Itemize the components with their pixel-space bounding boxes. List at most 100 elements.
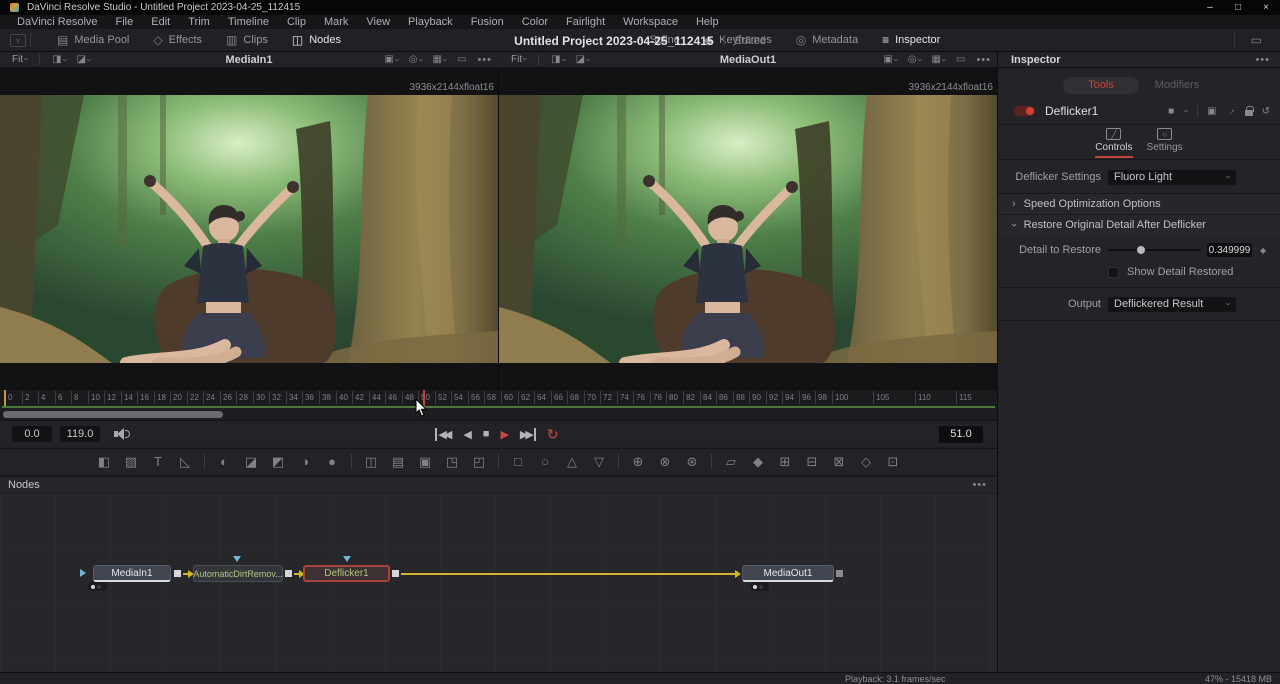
- node-graph-canvas[interactable]: MediaIn1 AutomaticDirtRemov... Deflicker…: [0, 494, 997, 672]
- connector-dot[interactable]: [392, 570, 399, 577]
- fusion-tool-fast-noise[interactable]: ▨: [123, 454, 139, 470]
- fusion-tool-sep-2[interactable]: [351, 454, 352, 469]
- fusion-tool-merge-3d[interactable]: ⊟: [804, 454, 820, 470]
- connector-dot[interactable]: [174, 570, 181, 577]
- show-detail-checkbox[interactable]: [1108, 267, 1119, 278]
- menu-item[interactable]: Color: [513, 15, 557, 29]
- fusion-tool-renderer-3d[interactable]: ⊡: [885, 454, 901, 470]
- menu-item[interactable]: Mark: [315, 15, 357, 29]
- fusion-tool-sep-5[interactable]: [711, 454, 712, 469]
- output-dropdown[interactable]: Deflickered Result ›: [1108, 297, 1236, 312]
- transport-button-loop[interactable]: ↻: [547, 426, 562, 443]
- menu-item[interactable]: Clip: [278, 15, 315, 29]
- close-button[interactable]: ×: [1252, 0, 1280, 15]
- fusion-tool-color-corrector[interactable]: ◐: [216, 454, 232, 469]
- fusion-tool-merge[interactable]: ◫: [363, 454, 379, 470]
- fusion-tool-sep-4[interactable]: [618, 454, 619, 469]
- fusion-tool-rectangle-mask[interactable]: □: [510, 454, 526, 469]
- zoom-mode-dropdown[interactable]: Fit›: [499, 54, 531, 65]
- menu-item[interactable]: Workspace: [614, 15, 687, 29]
- timeline-scrollbar-thumb[interactable]: [3, 411, 223, 418]
- menu-item[interactable]: Fusion: [462, 15, 513, 29]
- fusion-tool-delta-keyer[interactable]: ⊕: [630, 454, 646, 470]
- fusion-tool-spot-light[interactable]: ◇: [858, 454, 874, 470]
- reset-icon[interactable]: ↺: [1262, 106, 1270, 117]
- detail-to-restore-value[interactable]: 0.349999: [1207, 243, 1252, 257]
- menu-item[interactable]: View: [357, 15, 399, 29]
- zoom-mode-dropdown[interactable]: Fit›: [0, 54, 32, 65]
- node-deflicker1[interactable]: Deflicker1: [303, 565, 390, 582]
- fusion-tool-transform[interactable]: ◰: [471, 454, 487, 470]
- copy-settings-icon[interactable]: ▣: [1207, 106, 1216, 117]
- inspector-options-icon[interactable]: •••: [1255, 54, 1270, 66]
- viewer-icon-frame-format[interactable]: ▭›: [956, 54, 965, 65]
- fusion-tool-chroma-keyer[interactable]: ⊛: [684, 454, 700, 470]
- transport-button-play-reverse[interactable]: ◀: [463, 428, 471, 441]
- timeline-scrollbar-track[interactable]: [0, 410, 997, 420]
- chevron-down-icon[interactable]: ›: [1182, 110, 1192, 113]
- viewer-icon-roi-grid[interactable]: ▦›: [932, 54, 946, 65]
- fusion-tool-shape-3d[interactable]: ◆: [750, 454, 766, 470]
- connector-dot[interactable]: [836, 570, 843, 577]
- viewer-icon-lut-display[interactable]: ◎›: [409, 54, 423, 65]
- interface-toggle-icon[interactable]: ∨: [10, 34, 26, 47]
- node-automaticdirtremoval[interactable]: AutomaticDirtRemov...: [193, 565, 283, 582]
- viewer-icon-view-layout[interactable]: ◪›: [576, 54, 590, 65]
- fusion-tool-bspline-mask[interactable]: ▽: [591, 454, 607, 470]
- menu-item[interactable]: Fairlight: [557, 15, 614, 29]
- detail-to-restore-slider[interactable]: [1108, 243, 1201, 257]
- transport-button-go-to-start[interactable]: ◀◀: [435, 428, 452, 441]
- fusion-tool-paint[interactable]: ◺: [177, 454, 193, 470]
- minimize-button[interactable]: –: [1196, 0, 1224, 15]
- toolbar-button-effects[interactable]: ◇ Effects: [141, 29, 214, 51]
- transport-button-play-forward[interactable]: ▶: [500, 428, 508, 441]
- node-mediain1[interactable]: MediaIn1: [93, 565, 171, 582]
- playhead[interactable]: [423, 390, 425, 407]
- viewer-icon-roi-grid[interactable]: ▦›: [433, 54, 447, 65]
- section-restore-detail[interactable]: › Restore Original Detail After Deflicke…: [998, 215, 1280, 235]
- maximize-button[interactable]: □: [1224, 0, 1252, 15]
- menu-item[interactable]: Playback: [399, 15, 462, 29]
- clean-feed-icon[interactable]: ▭: [1239, 29, 1274, 51]
- viewer-icon-buffer-select[interactable]: ◨›: [52, 54, 66, 65]
- menu-item[interactable]: Trim: [179, 15, 219, 29]
- nodes-options-icon[interactable]: •••: [972, 479, 987, 491]
- fusion-tool-image-plane-3d[interactable]: ▱: [723, 454, 739, 470]
- toolbar-button-nodes[interactable]: ◫ Nodes: [280, 29, 353, 51]
- menu-item[interactable]: Edit: [142, 15, 179, 29]
- fusion-tool-hue-curves[interactable]: ◩: [270, 454, 286, 470]
- node-mediaout1[interactable]: MediaOut1: [742, 565, 834, 582]
- viewer-icon-view-layout[interactable]: ◪›: [77, 54, 91, 65]
- fusion-tool-background[interactable]: ◧: [96, 454, 112, 470]
- toolbar-button-spline[interactable]: ~ Spline: [624, 29, 692, 51]
- fusion-tool-sep-3[interactable]: [498, 454, 499, 469]
- viewer-options-icon[interactable]: •••: [976, 54, 991, 66]
- toolbar-button-metadata[interactable]: ◎ Metadata: [784, 29, 870, 51]
- fusion-tool-camera-3d[interactable]: ⊠: [831, 454, 847, 470]
- transport-button-go-to-end[interactable]: ▶▶: [520, 428, 536, 441]
- tab-tools[interactable]: Tools: [1063, 77, 1139, 94]
- viewer-icon-buffer-select[interactable]: ◨›: [551, 54, 565, 65]
- connector-dot[interactable]: [285, 570, 292, 577]
- fusion-tool-sep-1[interactable]: [204, 454, 205, 469]
- viewer-options-icon[interactable]: •••: [477, 54, 492, 66]
- menu-item[interactable]: File: [107, 15, 143, 29]
- node-shape-icon[interactable]: ■: [1168, 106, 1174, 117]
- deflicker-settings-dropdown[interactable]: Fluoro Light ›: [1108, 170, 1236, 185]
- left-viewer[interactable]: 3936x2144xfloat16: [0, 68, 498, 390]
- toolbar-button-inspector[interactable]: ≡ Inspector: [870, 29, 952, 51]
- fusion-tool-matte-control[interactable]: ▣: [417, 454, 433, 470]
- fusion-tool-luma-keyer[interactable]: ⊗: [657, 454, 673, 470]
- fusion-tool-brightness-contrast[interactable]: ◑: [297, 454, 313, 469]
- fusion-tool-blur[interactable]: ●: [324, 454, 340, 469]
- keyframe-icon[interactable]: ◆: [1260, 246, 1266, 255]
- fusion-tool-resize[interactable]: ◳: [444, 454, 460, 470]
- menu-item[interactable]: DaVinci Resolve: [8, 15, 107, 29]
- viewer-icon-lut-display[interactable]: ◎›: [908, 54, 922, 65]
- tab-modifiers[interactable]: Modifiers: [1139, 77, 1215, 94]
- current-frame-field[interactable]: 51.0: [939, 426, 983, 443]
- fusion-tool-color-curves[interactable]: ◪: [243, 454, 259, 470]
- viewer-icon-channel-view[interactable]: ▣›: [883, 54, 897, 65]
- transport-button-stop[interactable]: ■: [483, 428, 490, 440]
- viewer-icon-channel-view[interactable]: ▣›: [384, 54, 398, 65]
